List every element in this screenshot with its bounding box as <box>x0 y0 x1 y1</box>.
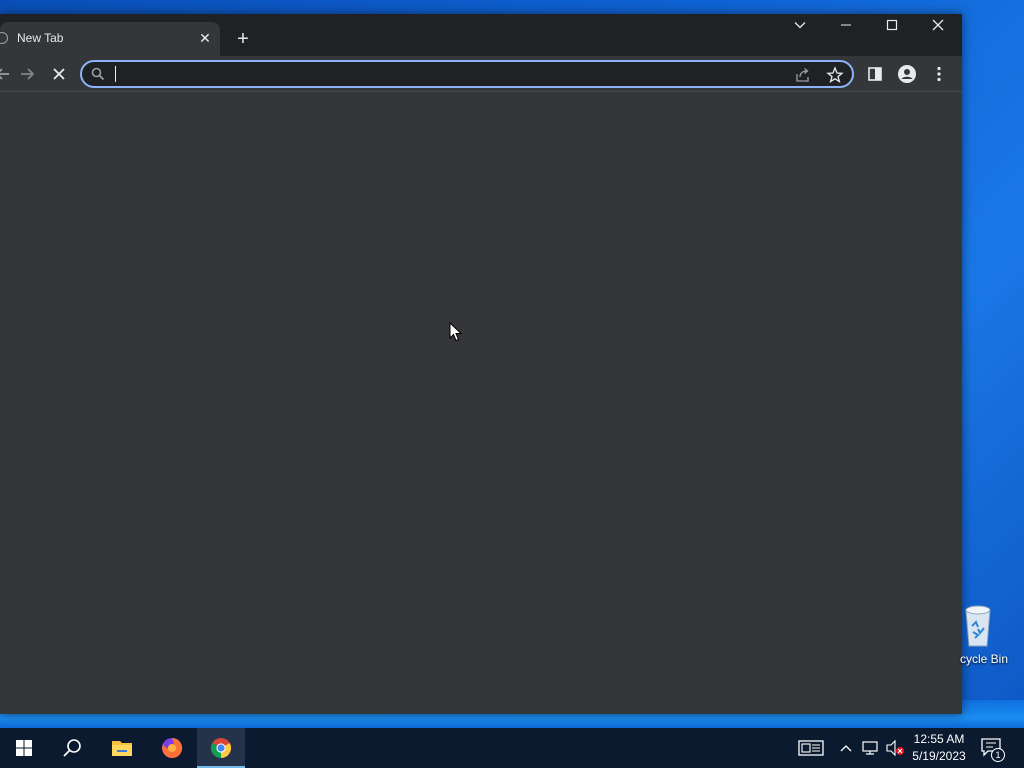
tab-search-button[interactable] <box>786 18 814 38</box>
chevron-down-icon <box>794 22 806 29</box>
title-bar: New Tab ✕ + <box>0 14 962 56</box>
stop-icon <box>53 68 65 80</box>
toolbar <box>0 56 962 92</box>
chrome-icon <box>211 738 231 758</box>
tab-new-tab[interactable]: New Tab ✕ <box>0 22 220 56</box>
new-tab-button[interactable]: + <box>233 29 253 49</box>
mouse-cursor-icon <box>449 322 463 342</box>
tab-title: New Tab <box>17 31 64 45</box>
side-panel-icon <box>868 67 882 81</box>
firefox-icon <box>162 737 183 758</box>
profile-button[interactable] <box>896 63 918 85</box>
search-icon <box>63 739 81 757</box>
forward-button[interactable] <box>16 63 38 85</box>
address-input[interactable] <box>114 64 774 84</box>
browser-window: New Tab ✕ + <box>0 14 962 714</box>
windows-start-icon <box>16 740 32 756</box>
text-caret <box>115 66 116 82</box>
share-icon[interactable] <box>794 66 812 84</box>
firefox-button[interactable] <box>148 728 196 768</box>
system-clock[interactable]: 12:55 AM 5/19/2023 <box>906 731 972 765</box>
minimize-button[interactable] <box>832 18 860 38</box>
close-icon <box>932 19 944 31</box>
page-content <box>0 93 962 714</box>
chevron-up-icon[interactable] <box>838 740 854 756</box>
clock-date: 5/19/2023 <box>912 749 966 763</box>
volume-muted-icon[interactable] <box>885 739 905 757</box>
recycle-bin-icon <box>965 605 991 647</box>
star-icon[interactable] <box>826 66 844 84</box>
notification-badge: 1 <box>991 748 1005 762</box>
back-icon <box>0 68 9 80</box>
close-window-button[interactable] <box>924 18 952 38</box>
side-panel-button[interactable] <box>864 63 886 85</box>
menu-icon <box>937 66 941 82</box>
stop-button[interactable] <box>48 63 70 85</box>
taskbar-search-button[interactable] <box>48 728 96 768</box>
chrome-button[interactable] <box>197 728 245 768</box>
clock-time: 12:55 AM <box>913 732 965 746</box>
maximize-button[interactable] <box>878 18 906 38</box>
recycle-bin-shortcut[interactable]: cycle Bin <box>952 600 1012 670</box>
profile-icon <box>898 65 916 83</box>
network-icon[interactable] <box>861 739 879 757</box>
tab-close-button[interactable]: ✕ <box>196 29 214 47</box>
back-button[interactable] <box>0 63 14 85</box>
chrome-globe-icon <box>0 32 8 44</box>
maximize-icon <box>886 19 898 31</box>
file-explorer-icon <box>112 741 132 756</box>
news-widget-icon[interactable] <box>798 738 824 758</box>
minimize-icon <box>841 24 851 26</box>
taskbar: 12:55 AM 5/19/2023 1 <box>0 728 1024 768</box>
forward-icon <box>21 68 35 80</box>
recycle-bin-label: cycle Bin <box>960 652 1009 666</box>
search-icon <box>91 67 105 81</box>
start-button[interactable] <box>0 728 48 768</box>
file-explorer-button[interactable] <box>98 728 146 768</box>
menu-button[interactable] <box>928 63 950 85</box>
address-bar[interactable] <box>80 60 854 88</box>
